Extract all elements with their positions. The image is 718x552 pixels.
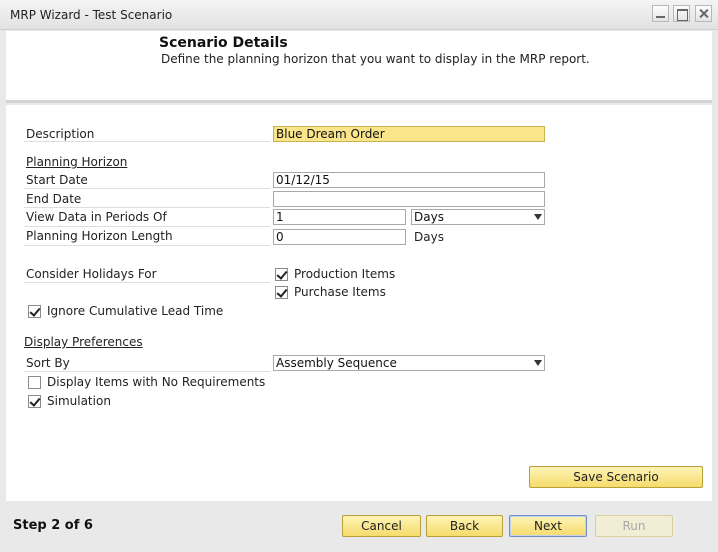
- display-no-requirements-checkbox[interactable]: [28, 376, 41, 389]
- cancel-button[interactable]: Cancel: [342, 515, 421, 537]
- display-no-requirements-label: Display Items with No Requirements: [47, 375, 266, 389]
- horizon-length-field[interactable]: 0: [273, 229, 406, 245]
- row-divider: [24, 141, 270, 142]
- production-items-label: Production Items: [294, 267, 396, 281]
- display-preferences-heading: Display Preferences: [24, 335, 143, 349]
- close-icon[interactable]: [695, 5, 712, 22]
- horizon-length-unit: Days: [414, 230, 444, 244]
- page-title: Scenario Details: [159, 35, 288, 51]
- back-button[interactable]: Back: [426, 515, 503, 537]
- simulation-label: Simulation: [47, 394, 111, 408]
- save-scenario-button[interactable]: Save Scenario: [529, 466, 703, 488]
- row-divider: [24, 245, 270, 246]
- row-divider: [24, 282, 270, 283]
- period-unit-dropdown[interactable]: Days: [411, 209, 545, 225]
- sort-by-value: Assembly Sequence: [276, 356, 397, 370]
- wizard-header: Scenario Details Define the planning hor…: [6, 31, 712, 103]
- step-indicator: Step 2 of 6: [13, 518, 93, 533]
- purchase-items-checkbox[interactable]: [275, 286, 288, 299]
- view-periods-field[interactable]: 1: [273, 209, 406, 225]
- horizon-length-label: Planning Horizon Length: [26, 229, 173, 243]
- description-field[interactable]: Blue Dream Order: [273, 126, 545, 142]
- start-date-field[interactable]: 01/12/15: [273, 172, 545, 188]
- period-unit-value: Days: [414, 210, 444, 224]
- window-title: MRP Wizard - Test Scenario: [10, 8, 173, 22]
- chevron-down-icon: [534, 214, 542, 220]
- ignore-lead-time-label: Ignore Cumulative Lead Time: [47, 304, 224, 318]
- view-periods-label: View Data in Periods Of: [26, 210, 167, 224]
- page-subtitle: Define the planning horizon that you wan…: [161, 52, 590, 66]
- planning-horizon-heading: Planning Horizon: [26, 155, 128, 169]
- title-bar: MRP Wizard - Test Scenario: [0, 0, 718, 30]
- maximize-icon[interactable]: [673, 5, 690, 22]
- production-items-checkbox[interactable]: [275, 268, 288, 281]
- row-divider: [24, 371, 270, 372]
- end-date-field[interactable]: [273, 191, 545, 207]
- row-divider: [24, 188, 270, 189]
- simulation-checkbox[interactable]: [28, 395, 41, 408]
- purchase-items-label: Purchase Items: [294, 285, 386, 299]
- sort-by-dropdown[interactable]: Assembly Sequence: [273, 355, 545, 371]
- ignore-lead-time-checkbox[interactable]: [28, 305, 41, 318]
- next-button[interactable]: Next: [509, 515, 587, 537]
- minimize-icon[interactable]: [652, 5, 669, 22]
- chevron-down-icon: [534, 360, 542, 366]
- run-button[interactable]: Run: [595, 515, 673, 537]
